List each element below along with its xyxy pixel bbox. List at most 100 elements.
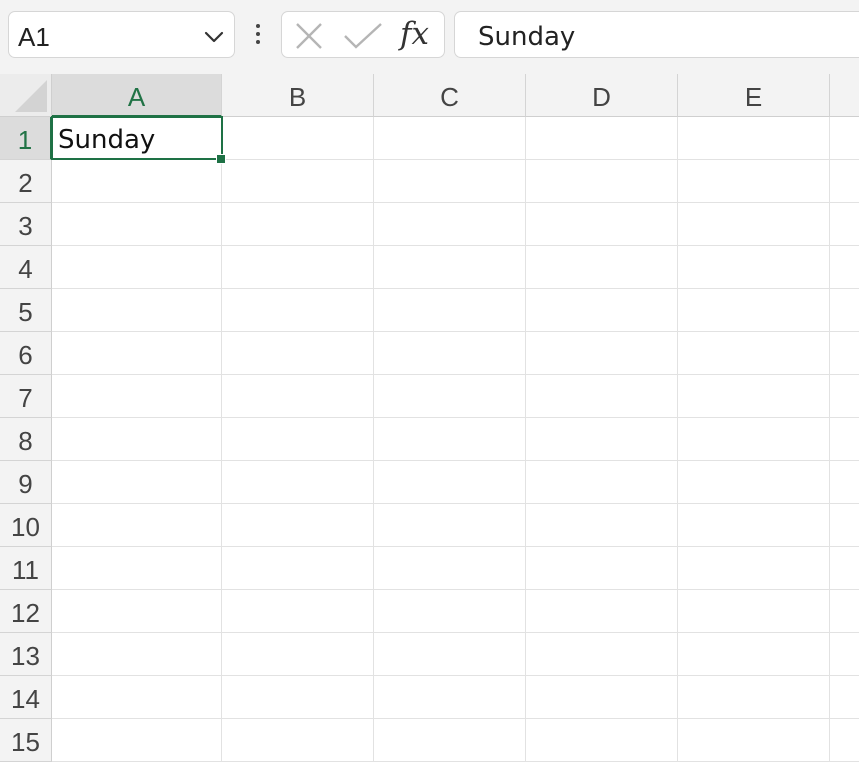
formula-input[interactable]: Sunday (454, 11, 859, 58)
cell-b6[interactable] (222, 332, 374, 375)
cell-a4[interactable] (52, 246, 222, 289)
row-header-3[interactable]: 3 (0, 203, 52, 246)
cell-c7[interactable] (374, 375, 526, 418)
cell-f5[interactable] (830, 289, 859, 332)
cell-a8[interactable] (52, 418, 222, 461)
cell-e12[interactable] (678, 590, 830, 633)
cell-a13[interactable] (52, 633, 222, 676)
cell-b3[interactable] (222, 203, 374, 246)
cell-c5[interactable] (374, 289, 526, 332)
cell-c10[interactable] (374, 504, 526, 547)
cell-a9[interactable] (52, 461, 222, 504)
column-header-c[interactable]: C (374, 74, 526, 117)
cell-f7[interactable] (830, 375, 859, 418)
cell-e8[interactable] (678, 418, 830, 461)
cell-d1[interactable] (526, 117, 678, 160)
cell-a12[interactable] (52, 590, 222, 633)
cell-d14[interactable] (526, 676, 678, 719)
cell-f1[interactable] (830, 117, 859, 160)
check-icon[interactable] (343, 22, 383, 50)
fill-handle[interactable] (216, 154, 226, 164)
row-header-13[interactable]: 13 (0, 633, 52, 676)
row-header-12[interactable]: 12 (0, 590, 52, 633)
cell-d3[interactable] (526, 203, 678, 246)
cell-f10[interactable] (830, 504, 859, 547)
cell-b4[interactable] (222, 246, 374, 289)
cell-d2[interactable] (526, 160, 678, 203)
row-header-8[interactable]: 8 (0, 418, 52, 461)
cell-d15[interactable] (526, 719, 678, 762)
row-header-5[interactable]: 5 (0, 289, 52, 332)
cell-b2[interactable] (222, 160, 374, 203)
cell-e11[interactable] (678, 547, 830, 590)
column-header-e[interactable]: E (678, 74, 830, 117)
cell-b10[interactable] (222, 504, 374, 547)
cell-a7[interactable] (52, 375, 222, 418)
cell-f8[interactable] (830, 418, 859, 461)
cell-e2[interactable] (678, 160, 830, 203)
column-header-b[interactable]: B (222, 74, 374, 117)
cell-a14[interactable] (52, 676, 222, 719)
cell-f9[interactable] (830, 461, 859, 504)
cell-b5[interactable] (222, 289, 374, 332)
cell-b14[interactable] (222, 676, 374, 719)
cell-f3[interactable] (830, 203, 859, 246)
cell-a6[interactable] (52, 332, 222, 375)
chevron-down-icon[interactable] (203, 26, 225, 48)
cell-e5[interactable] (678, 289, 830, 332)
row-header-15[interactable]: 15 (0, 719, 52, 762)
insert-function-button[interactable]: fx (400, 16, 429, 52)
cell-b7[interactable] (222, 375, 374, 418)
cell-e10[interactable] (678, 504, 830, 547)
cell-e14[interactable] (678, 676, 830, 719)
row-header-9[interactable]: 9 (0, 461, 52, 504)
cell-b8[interactable] (222, 418, 374, 461)
cell-d6[interactable] (526, 332, 678, 375)
row-header-2[interactable]: 2 (0, 160, 52, 203)
row-header-10[interactable]: 10 (0, 504, 52, 547)
cell-f12[interactable] (830, 590, 859, 633)
row-header-6[interactable]: 6 (0, 332, 52, 375)
cell-a11[interactable] (52, 547, 222, 590)
cell-e4[interactable] (678, 246, 830, 289)
cell-d10[interactable] (526, 504, 678, 547)
x-icon[interactable] (295, 22, 323, 50)
more-options-icon[interactable] (254, 24, 262, 48)
cell-f4[interactable] (830, 246, 859, 289)
row-header-7[interactable]: 7 (0, 375, 52, 418)
cell-f13[interactable] (830, 633, 859, 676)
cell-d13[interactable] (526, 633, 678, 676)
cell-f15[interactable] (830, 719, 859, 762)
cell-f2[interactable] (830, 160, 859, 203)
cell-b15[interactable] (222, 719, 374, 762)
cell-d5[interactable] (526, 289, 678, 332)
column-header-d[interactable]: D (526, 74, 678, 117)
cell-c8[interactable] (374, 418, 526, 461)
cell-a10[interactable] (52, 504, 222, 547)
cell-f11[interactable] (830, 547, 859, 590)
cell-c13[interactable] (374, 633, 526, 676)
cell-b12[interactable] (222, 590, 374, 633)
cell-c11[interactable] (374, 547, 526, 590)
row-header-14[interactable]: 14 (0, 676, 52, 719)
row-header-1[interactable]: 1 (0, 117, 52, 160)
cell-c15[interactable] (374, 719, 526, 762)
cell-d4[interactable] (526, 246, 678, 289)
cell-a2[interactable] (52, 160, 222, 203)
cell-b9[interactable] (222, 461, 374, 504)
cell-a5[interactable] (52, 289, 222, 332)
cell-e9[interactable] (678, 461, 830, 504)
cell-c4[interactable] (374, 246, 526, 289)
cell-c9[interactable] (374, 461, 526, 504)
cell-b11[interactable] (222, 547, 374, 590)
column-header-next[interactable] (830, 74, 859, 117)
cell-f14[interactable] (830, 676, 859, 719)
cell-c14[interactable] (374, 676, 526, 719)
cell-e1[interactable] (678, 117, 830, 160)
row-header-11[interactable]: 11 (0, 547, 52, 590)
cell-c1[interactable] (374, 117, 526, 160)
cell-d11[interactable] (526, 547, 678, 590)
cell-d7[interactable] (526, 375, 678, 418)
cell-b1[interactable] (222, 117, 374, 160)
cell-e6[interactable] (678, 332, 830, 375)
